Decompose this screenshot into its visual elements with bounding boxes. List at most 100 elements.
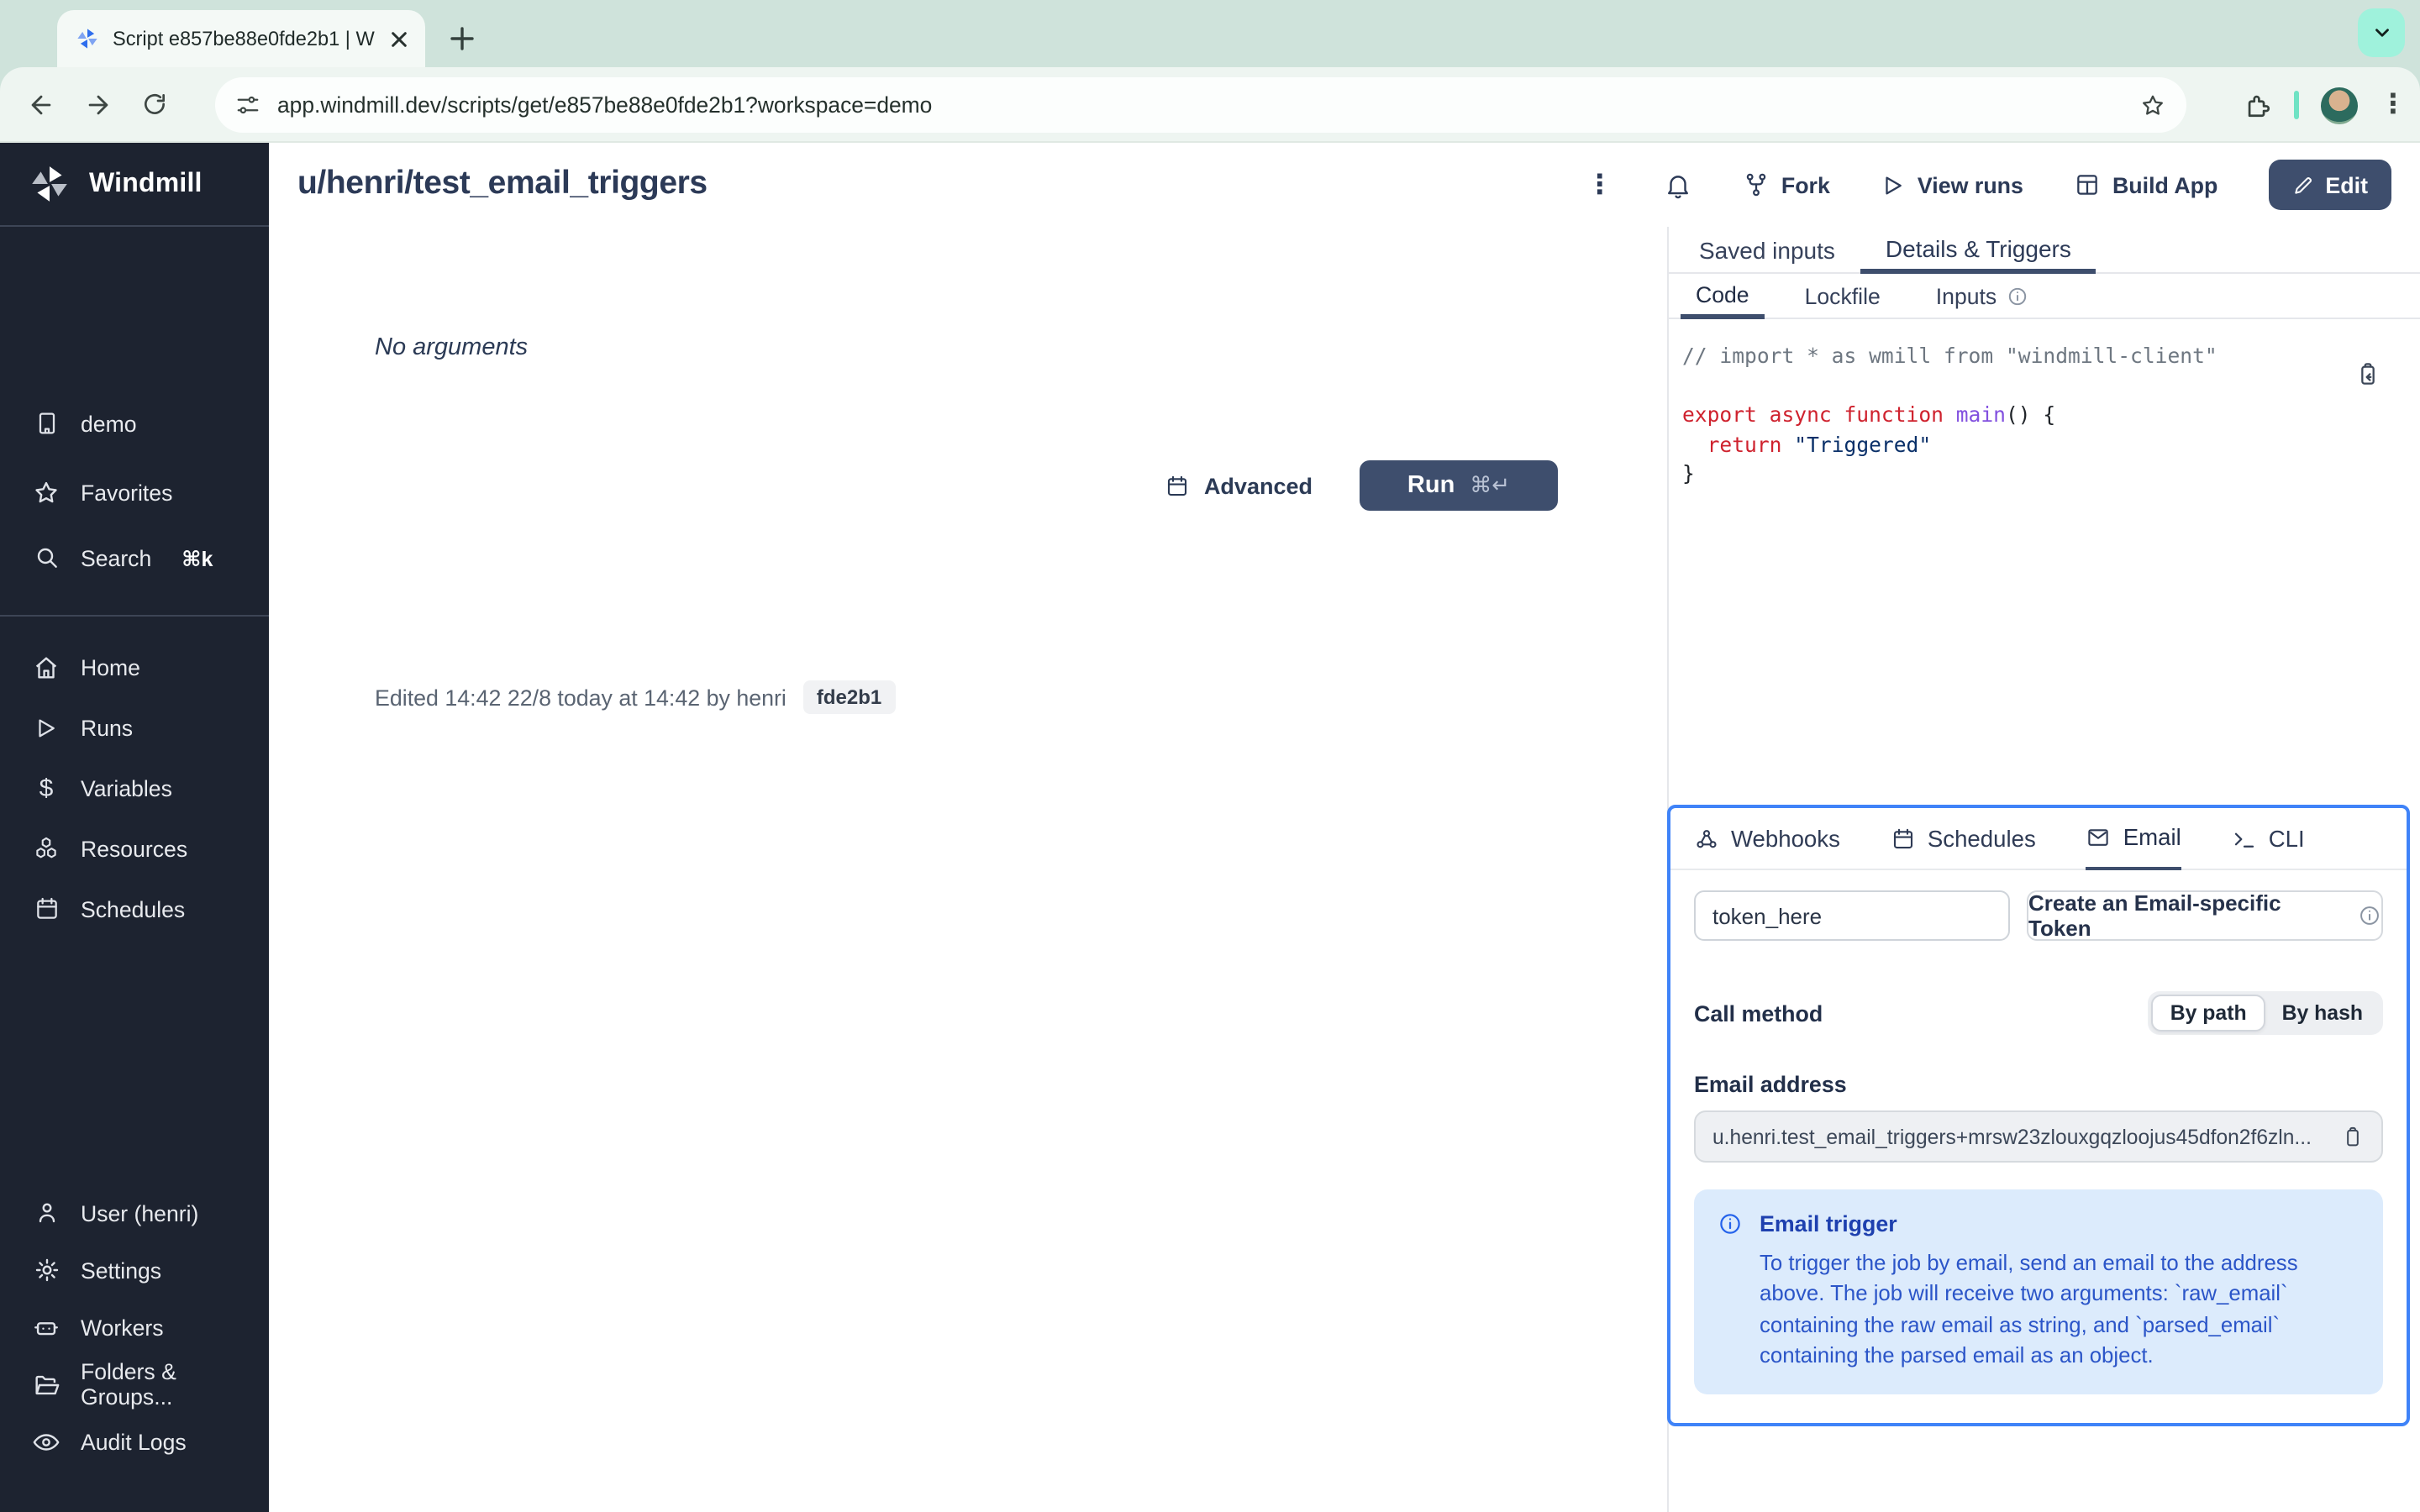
search-shortcut: ⌘k bbox=[182, 547, 213, 570]
by-path-option[interactable]: By path bbox=[2151, 995, 2265, 1032]
tab-schedules-label: Schedules bbox=[1927, 826, 2036, 851]
call-method-toggle: By path By hash bbox=[2148, 991, 2383, 1035]
subtab-inputs[interactable]: Inputs bbox=[1921, 274, 2044, 319]
subtab-inputs-label: Inputs bbox=[1935, 284, 1997, 309]
info-icon bbox=[2007, 286, 2028, 307]
calendar-icon bbox=[32, 895, 60, 923]
create-token-button[interactable]: Create an Email-specific Token bbox=[2027, 890, 2383, 941]
pencil-icon bbox=[2291, 174, 2313, 196]
tab-email[interactable]: Email bbox=[2086, 807, 2181, 869]
copy-code-icon[interactable] bbox=[2354, 361, 2381, 388]
code-subtabs: Code Lockfile Inputs bbox=[1669, 274, 2420, 319]
version-hash-badge[interactable]: fde2b1 bbox=[802, 680, 896, 714]
info-icon bbox=[1718, 1211, 1743, 1236]
email-address-field[interactable] bbox=[1694, 1110, 2383, 1163]
back-icon[interactable] bbox=[12, 76, 69, 133]
edited-text: Edited 14:42 22/8 today at 14:42 by henr… bbox=[375, 685, 786, 710]
header-actions: ⋮ Fork View runs Build App Edit bbox=[1586, 143, 2391, 227]
view-runs-button[interactable]: View runs bbox=[1881, 172, 2023, 197]
sidebar-item-user[interactable]: User (henri) bbox=[0, 1189, 269, 1236]
edit-label: Edit bbox=[2325, 172, 2368, 197]
sidebar-item-label: Audit Logs bbox=[81, 1429, 187, 1454]
code-keyword: export async function bbox=[1682, 403, 1956, 427]
calendar-icon bbox=[1165, 473, 1191, 498]
sidebar-item-label: Favorites bbox=[81, 480, 173, 505]
gear-icon bbox=[32, 1256, 60, 1284]
sidebar-item-schedules[interactable]: Schedules bbox=[0, 885, 269, 932]
browser-tab-strip: Script e857be88e0fde2b1 | W bbox=[0, 0, 2420, 67]
code-keyword: return bbox=[1682, 433, 1795, 456]
url-text: app.windmill.dev/scripts/get/e857be88e0f… bbox=[277, 92, 933, 118]
build-app-button[interactable]: Build App bbox=[2074, 171, 2217, 198]
bookmark-star-icon[interactable] bbox=[2139, 92, 2166, 118]
details-tabs: Saved inputs Details & Triggers bbox=[1669, 227, 2420, 274]
terminal-icon bbox=[2232, 826, 2257, 851]
sidebar-item-favorites[interactable]: Favorites bbox=[0, 469, 269, 516]
notifications-bell-icon[interactable] bbox=[1664, 171, 1692, 199]
sidebar-item-label: User (henri) bbox=[81, 1200, 199, 1226]
run-button[interactable]: Run ⌘↵ bbox=[1360, 460, 1558, 511]
tab-schedules[interactable]: Schedules bbox=[1891, 807, 2036, 869]
webhook-icon bbox=[1694, 826, 1719, 851]
sidebar-divider bbox=[0, 615, 269, 617]
sidebar-item-workers[interactable]: Workers bbox=[0, 1304, 269, 1351]
fork-button[interactable]: Fork bbox=[1743, 171, 1830, 198]
sidebar-item-search[interactable]: Search ⌘k bbox=[0, 534, 269, 581]
browser-tab[interactable]: Script e857be88e0fde2b1 | W bbox=[57, 10, 425, 67]
info-icon bbox=[2358, 904, 2381, 927]
sidebar-item-runs[interactable]: Runs bbox=[0, 704, 269, 751]
windmill-logo[interactable]: Windmill bbox=[0, 143, 269, 225]
edit-button[interactable]: Edit bbox=[2268, 160, 2391, 210]
fork-label: Fork bbox=[1781, 172, 1830, 197]
sidebar-item-label: Home bbox=[81, 654, 140, 680]
code-comment: // import * as wmill from "windmill-clie… bbox=[1682, 344, 2217, 368]
url-bar[interactable]: app.windmill.dev/scripts/get/e857be88e0f… bbox=[215, 77, 2186, 133]
sidebar-item-variables[interactable]: $ Variables bbox=[0, 764, 269, 811]
browser-menu-icon[interactable]: ⋮ bbox=[2380, 91, 2407, 118]
subtab-code[interactable]: Code bbox=[1681, 274, 1765, 319]
sidebar-item-audit-logs[interactable]: Audit Logs bbox=[0, 1418, 269, 1465]
new-tab-icon[interactable] bbox=[442, 18, 482, 59]
sidebar-item-label: demo bbox=[81, 411, 137, 436]
chevron-down-icon[interactable] bbox=[2358, 8, 2405, 57]
call-method-row: Call method By path By hash bbox=[1694, 991, 2383, 1035]
eye-icon bbox=[32, 1427, 60, 1456]
advanced-button[interactable]: Advanced bbox=[1165, 473, 1313, 498]
sidebar-item-folders[interactable]: Folders & Groups... bbox=[0, 1359, 269, 1410]
extensions-icon[interactable] bbox=[2244, 91, 2272, 119]
sidebar-item-label: Schedules bbox=[81, 896, 186, 921]
tab-webhooks-label: Webhooks bbox=[1731, 826, 1840, 851]
email-address-value bbox=[1712, 1125, 2328, 1148]
copy-icon[interactable] bbox=[2341, 1125, 2365, 1148]
advanced-label: Advanced bbox=[1203, 473, 1313, 498]
sidebar: Windmill demo Favorites Search ⌘k Home R… bbox=[0, 143, 269, 1512]
windmill-app: Windmill demo Favorites Search ⌘k Home R… bbox=[0, 143, 2420, 1512]
close-icon[interactable] bbox=[385, 25, 412, 52]
search-icon bbox=[32, 543, 60, 572]
forward-icon[interactable] bbox=[69, 76, 126, 133]
trigger-tabs: Webhooks Schedules Email CLI bbox=[1670, 808, 2407, 870]
site-settings-icon[interactable] bbox=[235, 92, 260, 118]
tab-webhooks[interactable]: Webhooks bbox=[1694, 807, 1840, 869]
token-input[interactable] bbox=[1694, 890, 2010, 941]
calendar-icon bbox=[1891, 826, 1916, 851]
no-arguments-text: No arguments bbox=[375, 334, 529, 361]
tab-details-triggers[interactable]: Details & Triggers bbox=[1860, 227, 2096, 274]
alert-body: To trigger the job by email, send an ema… bbox=[1760, 1250, 2298, 1368]
tab-email-label: Email bbox=[2123, 824, 2181, 849]
reload-icon[interactable] bbox=[126, 76, 183, 133]
sidebar-item-settings[interactable]: Settings bbox=[0, 1247, 269, 1294]
sidebar-item-workspace[interactable]: demo bbox=[0, 400, 269, 447]
code-punct: } bbox=[1682, 462, 1695, 486]
triggers-panel: Webhooks Schedules Email CLI token_here … bbox=[1667, 805, 2410, 1426]
more-menu-icon[interactable]: ⋮ bbox=[1586, 168, 1613, 202]
sidebar-item-resources[interactable]: Resources bbox=[0, 825, 269, 872]
by-hash-option[interactable]: By hash bbox=[2265, 995, 2380, 1032]
sidebar-item-label: Workers bbox=[81, 1315, 164, 1340]
alert-header: Email trigger bbox=[1718, 1211, 2358, 1236]
tab-saved-inputs[interactable]: Saved inputs bbox=[1674, 227, 1860, 274]
avatar[interactable] bbox=[2321, 87, 2358, 123]
subtab-lockfile[interactable]: Lockfile bbox=[1790, 274, 1896, 319]
tab-cli[interactable]: CLI bbox=[2232, 807, 2305, 869]
sidebar-item-home[interactable]: Home bbox=[0, 643, 269, 690]
